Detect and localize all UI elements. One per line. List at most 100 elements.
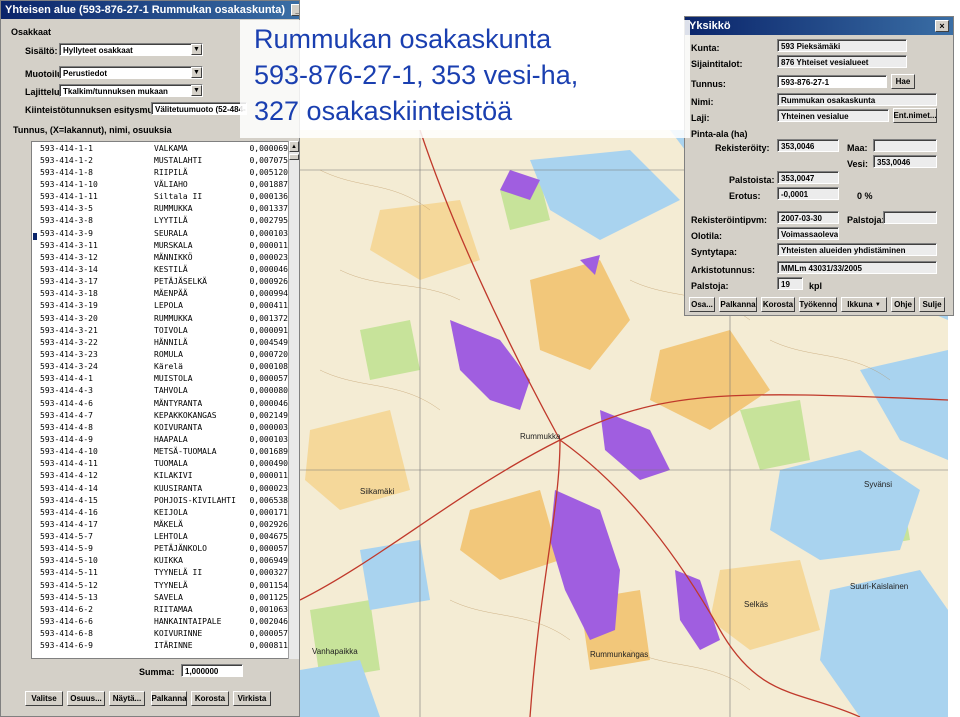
- list-header: Tunnus, (X=lakannut), nimi, osuuksia: [13, 125, 172, 135]
- list-item[interactable]: 593-414-4-12 KILAKIVI 0,000011: [32, 470, 288, 482]
- list-item[interactable]: 593-414-5-12 TYYNELÄ 0,001154: [32, 579, 288, 591]
- owner-id: 593-414-3-17: [40, 277, 98, 287]
- nayta-button[interactable]: Näytä...: [109, 691, 145, 706]
- owner-share: 0,000046: [249, 264, 288, 274]
- list-item[interactable]: 593-414-4-14 KUUSIRANTA 0,000023: [32, 482, 288, 494]
- esitysmuoto-select[interactable]: Välitetuumuoto (52-484-5-55): [151, 102, 247, 115]
- owner-id: 593-414-4-17: [40, 519, 98, 529]
- list-item[interactable]: 593-414-3-20 RUMMUKKA 0,001372: [32, 312, 288, 324]
- valitse-button[interactable]: Valitse: [25, 691, 63, 706]
- list-item[interactable]: 593-414-3-8 LYYTILÄ 0,002795: [32, 215, 288, 227]
- owner-share: 0,000023: [249, 483, 288, 493]
- sulje-button[interactable]: Sulje: [919, 297, 945, 312]
- owner-id: 593-414-3-5: [40, 204, 93, 214]
- chevron-down-icon[interactable]: ▼: [191, 44, 202, 55]
- scroll-thumb[interactable]: [289, 154, 299, 160]
- list-item[interactable]: 593-414-4-6 MÄNTYRANTA 0,000046: [32, 397, 288, 409]
- list-item[interactable]: 593-414-4-7 KEPAKKOKANGAS 0,002149: [32, 409, 288, 421]
- list-item[interactable]: 593-414-4-15 POHJOIS-KIVILAHTI 0,006538: [32, 494, 288, 506]
- owner-name: KILAKIVI: [154, 471, 193, 481]
- list-item[interactable]: 593-414-4-10 METSÄ-TUOMALA 0,001689: [32, 446, 288, 458]
- minimize-icon[interactable]: _: [291, 4, 299, 16]
- list-item[interactable]: 593-414-3-14 KESTILÄ 0,000046: [32, 263, 288, 275]
- owner-name: KOIVURANTA: [154, 422, 203, 432]
- owner-name: LEPOLA: [154, 301, 183, 311]
- close-icon[interactable]: ×: [935, 20, 949, 32]
- owner-id: 593-414-5-7: [40, 532, 93, 542]
- list-item[interactable]: 593-414-6-8 KOIVURINNE 0,000057: [32, 628, 288, 640]
- owner-id: 593-414-3-18: [40, 289, 98, 299]
- list-item[interactable]: 593-414-1-1 VALKAMA 0,000069: [32, 142, 288, 154]
- list-item[interactable]: 593-414-6-6 HANKAINTAIPALE 0,002046: [32, 615, 288, 627]
- tyokenno-button[interactable]: Työkenno: [799, 297, 837, 312]
- list-item[interactable]: 593-414-3-12 MÄNNIKKÖ 0,000023: [32, 251, 288, 263]
- list-item[interactable]: 593-414-4-11 TUOMALA 0,000490: [32, 458, 288, 470]
- ent-nimet-button[interactable]: Ent.nimet...: [893, 108, 937, 123]
- list-item[interactable]: 593-414-3-19 LEPOLA 0,000411: [32, 300, 288, 312]
- korosta-button-right[interactable]: Korosta: [761, 297, 795, 312]
- owner-share: 0,007075: [249, 155, 288, 165]
- owner-share: 0,000091: [249, 325, 288, 335]
- rekisteroity-label: Rekisteröity:: [715, 143, 770, 153]
- palkanna-button-right[interactable]: Palkanna: [719, 297, 757, 312]
- list-item[interactable]: 593-414-4-3 TAHVOLA 0,000080: [32, 385, 288, 397]
- korosta-button[interactable]: Korosta: [191, 691, 229, 706]
- owner-share: 0,001887: [249, 179, 288, 189]
- list-item[interactable]: 593-414-3-9 SEURALA 0,000103: [32, 227, 288, 239]
- ikkuna-button[interactable]: Ikkuna ▼: [841, 297, 887, 312]
- owners-list-scrollbar[interactable]: ▲: [288, 141, 299, 659]
- osa-button[interactable]: Osa...: [689, 297, 715, 312]
- owner-id: 593-414-4-7: [40, 410, 93, 420]
- owner-share: 0,000057: [249, 629, 288, 639]
- sisalto-select[interactable]: Hyllyteet osakkaat ▼: [59, 43, 203, 56]
- list-item[interactable]: 593-414-5-11 TYYNELÄ II 0,000327: [32, 567, 288, 579]
- list-item[interactable]: 593-414-3-21 TOIVOLA 0,000091: [32, 324, 288, 336]
- list-item[interactable]: 593-414-6-2 RIITAMAA 0,001063: [32, 603, 288, 615]
- list-item[interactable]: 593-414-5-10 KUIKKA 0,006949: [32, 555, 288, 567]
- list-item[interactable]: 593-414-1-10 VÄLIAHO 0,001887: [32, 178, 288, 190]
- list-item[interactable]: 593-414-6-9 ITÄRINNE 0,000811: [32, 640, 288, 652]
- owner-name: KEIJOLA: [154, 507, 188, 517]
- palkanna-button[interactable]: Palkanna: [151, 691, 187, 706]
- owner-name: MUSTALAHTI: [154, 155, 203, 165]
- owner-share: 0,004549: [249, 337, 288, 347]
- list-item[interactable]: 593-414-4-1 MUISTOLA 0,000057: [32, 373, 288, 385]
- maa-label: Maa:: [847, 143, 868, 153]
- list-item[interactable]: 593-414-4-9 HAAPALA 0,000103: [32, 433, 288, 445]
- chevron-down-icon[interactable]: ▼: [191, 85, 202, 96]
- owner-id: 593-414-4-8: [40, 422, 93, 432]
- owner-share: 0,000108: [249, 362, 288, 372]
- list-item[interactable]: 593-414-3-5 RUMMUKKA 0,001337: [32, 203, 288, 215]
- owner-share: 0,000490: [249, 459, 288, 469]
- list-item[interactable]: 593-414-1-11 Siltala II 0,000136: [32, 191, 288, 203]
- owners-window-titlebar[interactable]: Yhteisen alue (593-876-27-1 Rummukan osa…: [1, 1, 299, 19]
- lajittelu-select[interactable]: Tkalkim/tunnuksen mukaan ▼: [59, 84, 203, 97]
- list-item[interactable]: 593-414-4-16 KEIJOLA 0,000171: [32, 506, 288, 518]
- owner-id: 593-414-5-13: [40, 592, 98, 602]
- chevron-down-icon[interactable]: ▼: [191, 67, 202, 78]
- list-item[interactable]: 593-414-3-17 PETÄJÄSELKÄ 0,000926: [32, 276, 288, 288]
- list-item[interactable]: 593-414-1-2 MUSTALAHTI 0,007075: [32, 154, 288, 166]
- osuus-button[interactable]: Osuus...: [67, 691, 105, 706]
- list-item[interactable]: 593-414-3-24 Kärelä 0,000108: [32, 361, 288, 373]
- owners-list[interactable]: 593-414-1-1 VALKAMA 0,000069 593-414-1-2 MUS…: [31, 141, 289, 659]
- scroll-up-icon[interactable]: ▲: [289, 141, 299, 152]
- list-item[interactable]: 593-414-3-22 HÄNNILÄ 0,004549: [32, 336, 288, 348]
- list-item[interactable]: 593-414-3-18 MÄENPÄÄ 0,000994: [32, 288, 288, 300]
- tunnus-input[interactable]: 593-876-27-1: [777, 75, 887, 88]
- hae-button[interactable]: Hae: [891, 74, 915, 89]
- list-item[interactable]: 593-414-5-9 PETÄJÄNKOLO 0,000057: [32, 543, 288, 555]
- muotoilu-select[interactable]: Perustiedot ▼: [59, 66, 203, 79]
- unit-window-titlebar[interactable]: Yksikkö ×: [685, 17, 953, 35]
- list-item[interactable]: 593-414-4-8 KOIVURANTA 0,000003: [32, 421, 288, 433]
- list-item[interactable]: 593-414-4-17 MÄKELÄ 0,002926: [32, 518, 288, 530]
- list-item[interactable]: 593-414-1-8 RIIPILÄ 0,005120: [32, 166, 288, 178]
- list-item[interactable]: 593-414-5-13 SAVELA 0,001125: [32, 591, 288, 603]
- virkista-button[interactable]: Virkista: [233, 691, 271, 706]
- syntytapa-field: Yhteisten alueiden yhdistäminen: [777, 243, 937, 256]
- list-item[interactable]: 593-414-3-11 MURSKALA 0,000011: [32, 239, 288, 251]
- list-item[interactable]: 593-414-3-23 ROMULA 0,000720: [32, 348, 288, 360]
- ohje-button[interactable]: Ohje: [891, 297, 915, 312]
- list-item[interactable]: 593-414-5-7 LEHTOLA 0,004675: [32, 531, 288, 543]
- erotus-label: Erotus:: [729, 191, 761, 201]
